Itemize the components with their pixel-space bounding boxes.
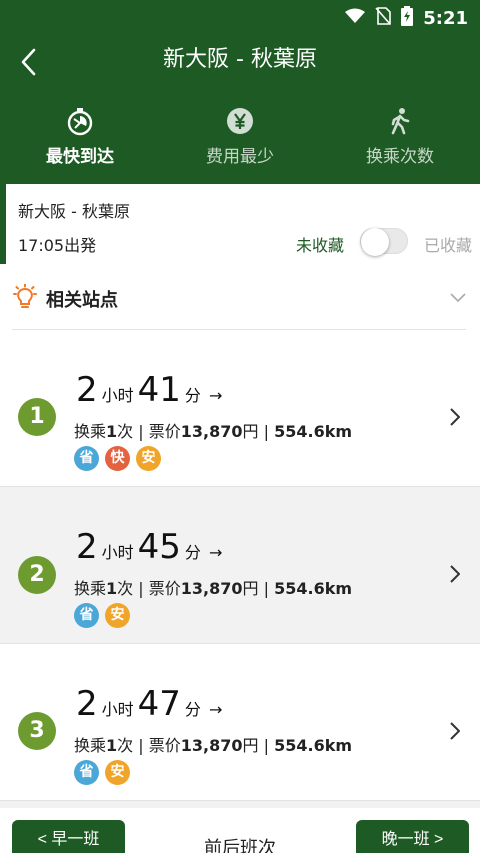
- favorited-label: 已收藏: [424, 236, 473, 255]
- badge-safe: 安: [136, 446, 161, 471]
- transfer-unit: 次: [117, 736, 134, 755]
- duration-hours: 2: [76, 370, 98, 410]
- route-number: 1: [18, 398, 56, 436]
- duration-minutes: 41: [137, 370, 181, 410]
- route-item-2[interactable]: 2 2 小时 45 分 → 换乘1次 | 票价13,870円 | 554.6km 省 安: [0, 487, 480, 644]
- route-item-3[interactable]: 3 2 小时 47 分 → 换乘1次 | 票价13,870円 | 554.6km 省 安: [0, 644, 480, 801]
- tab-label: 最快到达: [46, 147, 114, 167]
- fare-value: 13,870: [180, 736, 243, 755]
- lightbulb-icon: [12, 283, 38, 314]
- fare-value: 13,870: [180, 579, 243, 598]
- fare-label: 票价: [148, 422, 181, 441]
- arrow-right-icon: →: [208, 700, 223, 719]
- route-name: 新大阪 - 秋葉原: [18, 202, 130, 221]
- fare-value: 13,870: [180, 422, 243, 441]
- bottom-bar: < 早一班 前后班次 晚一班 >: [0, 808, 480, 853]
- fare-label: 票价: [148, 736, 181, 755]
- transfer-unit: 次: [117, 422, 134, 441]
- separator: |: [263, 422, 270, 441]
- tab-label: 费用最少: [206, 147, 274, 167]
- page-title: 新大阪 - 秋葉原: [163, 47, 317, 72]
- minute-unit: 分: [184, 386, 201, 405]
- fare-unit: 円: [242, 579, 259, 598]
- arrow-right-icon: →: [208, 386, 223, 405]
- distance: 554.6km: [274, 579, 353, 598]
- chevron-down-icon[interactable]: [450, 288, 466, 307]
- duration-hours: 2: [76, 684, 98, 724]
- walking-icon: [320, 104, 480, 138]
- clock: 5:21: [423, 7, 468, 29]
- transfer-count: 1: [106, 579, 118, 598]
- minute-unit: 分: [184, 700, 201, 719]
- badge-safe: 安: [105, 760, 130, 785]
- route-badges: 省 安: [74, 603, 130, 628]
- badge-economical: 省: [74, 446, 99, 471]
- status-bar: 5:21: [0, 0, 480, 34]
- duration-minutes: 45: [137, 527, 181, 567]
- route-duration: 2 小时 41 分 →: [76, 370, 222, 410]
- no-sim-icon: [375, 7, 392, 29]
- separator: |: [138, 736, 144, 755]
- fare-unit: 円: [242, 422, 259, 441]
- hour-unit: 小时: [101, 700, 134, 719]
- battery-charging-icon: [401, 6, 414, 30]
- separator: |: [263, 579, 270, 598]
- departure-time: 17:05出発: [18, 236, 97, 255]
- chevron-right-icon: [450, 565, 461, 587]
- toggle-knob: [361, 228, 389, 256]
- chevron-right-icon: [450, 722, 461, 744]
- route-number: 2: [18, 556, 56, 594]
- route-duration: 2 小时 45 分 →: [76, 527, 222, 567]
- transfer-unit: 次: [117, 579, 134, 598]
- fare-unit: 円: [242, 736, 259, 755]
- route-meta: 换乘1次 | 票价13,870円 | 554.6km: [74, 732, 352, 756]
- route-badges: 省 安: [74, 760, 130, 785]
- fare-label: 票价: [148, 579, 181, 598]
- sort-tabs: 最快到达 费用最少 换乘次数: [0, 104, 480, 174]
- transfer-label: 换乘: [74, 736, 107, 755]
- badge-economical: 省: [74, 760, 99, 785]
- transfer-count: 1: [106, 422, 118, 441]
- minute-unit: 分: [184, 543, 201, 562]
- route-meta: 换乘1次 | 票价13,870円 | 554.6km: [74, 575, 352, 599]
- badge-fast: 快: [105, 446, 130, 471]
- later-train-button[interactable]: 晚一班 >: [356, 820, 469, 853]
- route-duration: 2 小时 47 分 →: [76, 684, 222, 724]
- route-list: 1 2 小时 41 分 → 换乘1次 | 票价13,870円 | 554.6km 省 快…: [0, 330, 480, 801]
- distance: 554.6km: [274, 422, 353, 441]
- badge-economical: 省: [74, 603, 99, 628]
- tab-transfers[interactable]: 换乘次数: [320, 104, 480, 174]
- route-meta: 换乘1次 | 票价13,870円 | 554.6km: [74, 418, 352, 442]
- app-header: 新大阪 - 秋葉原 最快到达 费用最少 换乘次数: [0, 34, 480, 184]
- tab-label: 换乘次数: [366, 147, 434, 167]
- hour-unit: 小时: [101, 543, 134, 562]
- separator: |: [138, 579, 144, 598]
- badge-safe: 安: [105, 603, 130, 628]
- transfer-label: 换乘: [74, 579, 107, 598]
- duration-hours: 2: [76, 527, 98, 567]
- chevron-right-icon: [450, 408, 461, 430]
- arrow-right-icon: →: [208, 543, 223, 562]
- route-number: 3: [18, 712, 56, 750]
- not-favorited-label: 未收藏: [296, 236, 345, 255]
- route-info-card: 新大阪 - 秋葉原 17:05出発 未收藏 已收藏: [0, 184, 480, 264]
- distance: 554.6km: [274, 736, 353, 755]
- tab-fastest[interactable]: 最快到达: [0, 104, 160, 174]
- related-stations-label: 相关站点: [46, 290, 118, 311]
- duration-minutes: 47: [137, 684, 181, 724]
- yen-icon: [160, 104, 320, 138]
- tab-cheapest[interactable]: 费用最少: [160, 104, 320, 174]
- separator: |: [138, 422, 144, 441]
- transfer-label: 换乘: [74, 422, 107, 441]
- route-badges: 省 快 安: [74, 446, 161, 471]
- stopwatch-icon: [0, 104, 160, 138]
- separator: |: [263, 736, 270, 755]
- transfer-count: 1: [106, 736, 118, 755]
- route-item-1[interactable]: 1 2 小时 41 分 → 换乘1次 | 票价13,870円 | 554.6km 省 快…: [0, 330, 480, 487]
- related-stations-row[interactable]: 相关站点: [0, 264, 480, 330]
- wifi-icon: [345, 8, 366, 28]
- hour-unit: 小时: [101, 386, 134, 405]
- favorite-toggle[interactable]: [360, 228, 408, 256]
